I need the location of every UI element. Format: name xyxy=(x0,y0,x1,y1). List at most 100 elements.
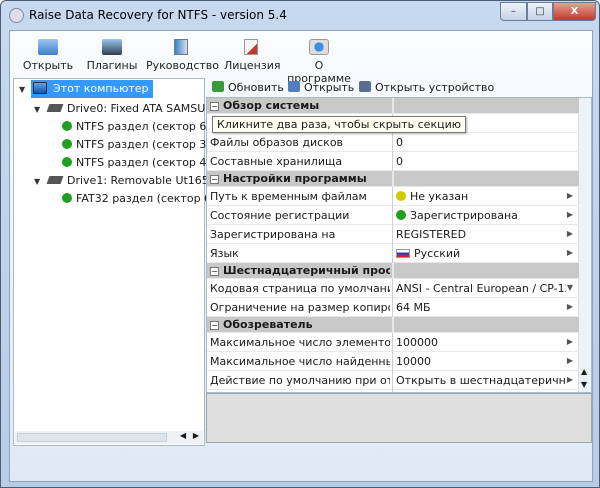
device-tree: ▼ Этот компьютер ▼ Drive0: Fixed ATA SAM… xyxy=(13,78,235,446)
property-name: Зарегистрирована на xyxy=(210,228,336,241)
section-title-text: Обозреватель xyxy=(223,318,313,331)
property-value-text: Открыть в шестнадцатерично... xyxy=(396,374,566,387)
toolbar-license-button[interactable]: Лицензия xyxy=(224,33,280,77)
expand-arrow-icon[interactable]: ▶ xyxy=(567,356,573,365)
property-name: Состояние регистрации xyxy=(210,209,350,222)
property-value[interactable]: Зарегистрирована xyxy=(396,209,566,222)
collapse-icon[interactable]: − xyxy=(210,175,219,184)
divider xyxy=(392,371,393,390)
about-icon xyxy=(309,39,329,55)
divider xyxy=(392,152,393,171)
property-row[interactable]: Состояние регистрации Зарегистрирована ▶ xyxy=(207,206,579,225)
collapse-arrow-icon[interactable]: ▼ xyxy=(34,105,40,114)
properties-panel: Обновить Открыть Открыть устройство ▲ ▼ −… xyxy=(206,78,592,446)
collapse-arrow-icon[interactable]: ▼ xyxy=(34,177,40,186)
property-value[interactable]: 100000 xyxy=(396,336,566,349)
property-name: Ограничение на размер копирования xyxy=(210,301,390,314)
divider xyxy=(392,171,394,187)
scroll-left-icon[interactable]: ◀ xyxy=(180,431,186,440)
dropdown-arrow-icon[interactable]: ▼ xyxy=(567,283,573,292)
tree-item-this-computer[interactable]: Этот компьютер xyxy=(31,80,153,98)
button-label: Обновить xyxy=(228,81,284,94)
property-value[interactable]: Открыть в шестнадцатерично... xyxy=(396,374,566,387)
green-status-icon xyxy=(62,157,72,167)
maximize-button[interactable]: □ xyxy=(527,2,553,21)
scroll-down-icon[interactable]: ▼ xyxy=(581,380,587,389)
property-row[interactable]: Составные хранилища 0 xyxy=(207,152,579,171)
divider xyxy=(392,352,393,371)
expand-arrow-icon[interactable]: ▶ xyxy=(567,375,573,384)
description-box xyxy=(206,393,592,443)
open-button[interactable]: Открыть xyxy=(288,78,354,97)
device-icon xyxy=(359,81,371,92)
russian-flag-icon xyxy=(396,249,410,258)
status-icon xyxy=(396,191,406,201)
manual-icon xyxy=(174,39,188,55)
tree-item-partition[interactable]: FAT32 раздел (сектор 63, xyxy=(62,190,222,208)
button-label: Открыть устройство xyxy=(375,81,495,94)
section-title-text: Обзор системы xyxy=(223,99,320,112)
property-value[interactable]: 0 xyxy=(396,155,566,168)
collapse-icon[interactable]: − xyxy=(210,321,219,330)
property-name: Путь к временным файлам xyxy=(210,190,367,203)
close-button[interactable]: X xyxy=(553,2,596,21)
toolbar-open-button[interactable]: Открыть xyxy=(20,33,76,77)
property-value[interactable]: Не указан xyxy=(396,190,566,203)
toolbar-about-button[interactable]: О программе xyxy=(286,33,352,85)
property-row[interactable]: Файлы образов дисков 0 xyxy=(207,133,579,152)
open-device-button[interactable]: Открыть устройство xyxy=(359,78,494,97)
toolbar-plugins-button[interactable]: Плагины xyxy=(82,33,142,77)
expand-arrow-icon[interactable]: ▶ xyxy=(567,191,573,200)
collapse-arrow-icon[interactable]: ▼ xyxy=(19,85,25,94)
minimize-button[interactable]: – xyxy=(500,2,527,21)
scroll-right-icon[interactable]: ▶ xyxy=(193,431,199,440)
divider xyxy=(392,279,393,298)
property-value[interactable]: 10000 xyxy=(396,355,566,368)
collapse-icon[interactable]: − xyxy=(210,102,219,111)
section-title: − Обозреватель xyxy=(210,318,390,331)
section-header[interactable]: − Настройки программы xyxy=(207,171,579,187)
property-row[interactable]: Ограничение на размер копирования 64 МБ ▶ xyxy=(207,298,579,317)
section-header[interactable]: − Обзор системы xyxy=(207,98,579,114)
expand-arrow-icon[interactable]: ▶ xyxy=(567,302,573,311)
property-value[interactable]: 0 xyxy=(396,136,566,149)
property-row[interactable]: Путь к временным файлам Не указан ▶ xyxy=(207,187,579,206)
property-name: Максимальное число найденных э... xyxy=(210,355,390,368)
expand-arrow-icon[interactable]: ▶ xyxy=(567,337,573,346)
property-row[interactable]: Максимальное число элементов на... 100000… xyxy=(207,333,579,352)
tree-label: FAT32 раздел (сектор 63, xyxy=(76,192,222,205)
expand-arrow-icon[interactable]: ▶ xyxy=(567,210,573,219)
section-header[interactable]: −Шестнадцатеричный просм... xyxy=(207,263,579,279)
property-row[interactable]: Кодовая страница по умолчанию ANSI - Cent… xyxy=(207,279,579,298)
property-row[interactable]: Максимальное число найденных э... 10000 ▶ xyxy=(207,352,579,371)
section-title-text: Настройки программы xyxy=(223,172,367,185)
expand-arrow-icon[interactable]: ▶ xyxy=(567,229,573,238)
property-value-text: 64 МБ xyxy=(396,301,431,314)
scrollbar-thumb[interactable] xyxy=(17,433,167,442)
property-row[interactable]: Действие по умолчанию при откр... Открыть… xyxy=(207,371,579,390)
expand-arrow-icon[interactable]: ▶ xyxy=(567,248,573,257)
divider xyxy=(392,298,393,317)
license-icon xyxy=(244,39,258,55)
section-header[interactable]: − Обозреватель xyxy=(207,317,579,333)
vertical-scrollbar[interactable]: ▲ ▼ xyxy=(578,98,591,392)
tooltip: Кликните два раза, чтобы скрыть секцию xyxy=(212,116,466,133)
property-row[interactable]: Зарегистрирована на REGISTERED ▶ xyxy=(207,225,579,244)
horizontal-scrollbar[interactable]: ◀ ▶ xyxy=(15,431,203,444)
property-value[interactable]: ANSI - Central European / CP-1250 xyxy=(396,282,566,295)
computer-icon xyxy=(33,82,47,94)
scroll-up-icon[interactable]: ▲ xyxy=(581,367,587,376)
app-icon xyxy=(9,8,24,23)
section-title: − Настройки программы xyxy=(210,172,390,185)
status-icon xyxy=(396,210,406,220)
property-value[interactable]: REGISTERED xyxy=(396,228,566,241)
collapse-icon[interactable]: − xyxy=(210,267,219,276)
refresh-button[interactable]: Обновить xyxy=(212,78,284,97)
property-value[interactable]: 64 МБ xyxy=(396,301,566,314)
toolbar-manual-button[interactable]: Руководство xyxy=(146,33,219,77)
property-row[interactable]: Язык Русский ▶ xyxy=(207,244,579,263)
property-value-text: Зарегистрирована xyxy=(410,209,518,222)
property-value-text: 0 xyxy=(396,136,403,149)
property-value[interactable]: Русский xyxy=(396,247,566,260)
section-title-text: Шестнадцатеричный просм... xyxy=(223,264,390,277)
